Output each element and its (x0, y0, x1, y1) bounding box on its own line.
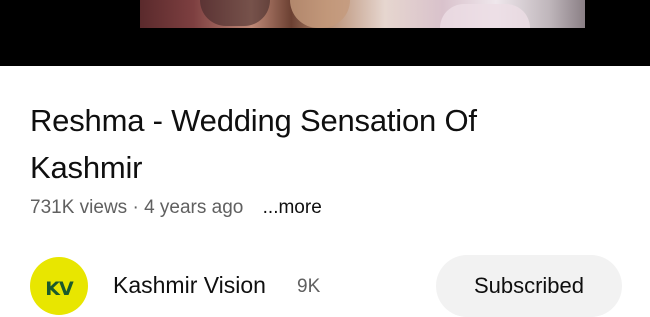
channel-row: KV Kashmir Vision 9K Subscribed (0, 255, 650, 317)
avatar-logo: KV (45, 278, 73, 300)
more-link[interactable]: ...more (263, 197, 322, 218)
upload-age: 4 years ago (144, 197, 244, 218)
view-count: 731K views (30, 197, 128, 218)
video-meta[interactable]: 731K views · 4 years ago ...more (30, 197, 322, 219)
subscriber-count: 9K (297, 276, 321, 297)
subscribed-button[interactable]: Subscribed (436, 255, 622, 317)
meta-separator: · (132, 197, 139, 218)
video-player[interactable] (0, 0, 650, 66)
video-frame (140, 0, 585, 28)
channel-name[interactable]: Kashmir Vision (113, 272, 266, 299)
channel-avatar[interactable]: KV (30, 257, 88, 315)
video-title: Reshma - Wedding Sensation Of Kashmir (30, 103, 477, 185)
